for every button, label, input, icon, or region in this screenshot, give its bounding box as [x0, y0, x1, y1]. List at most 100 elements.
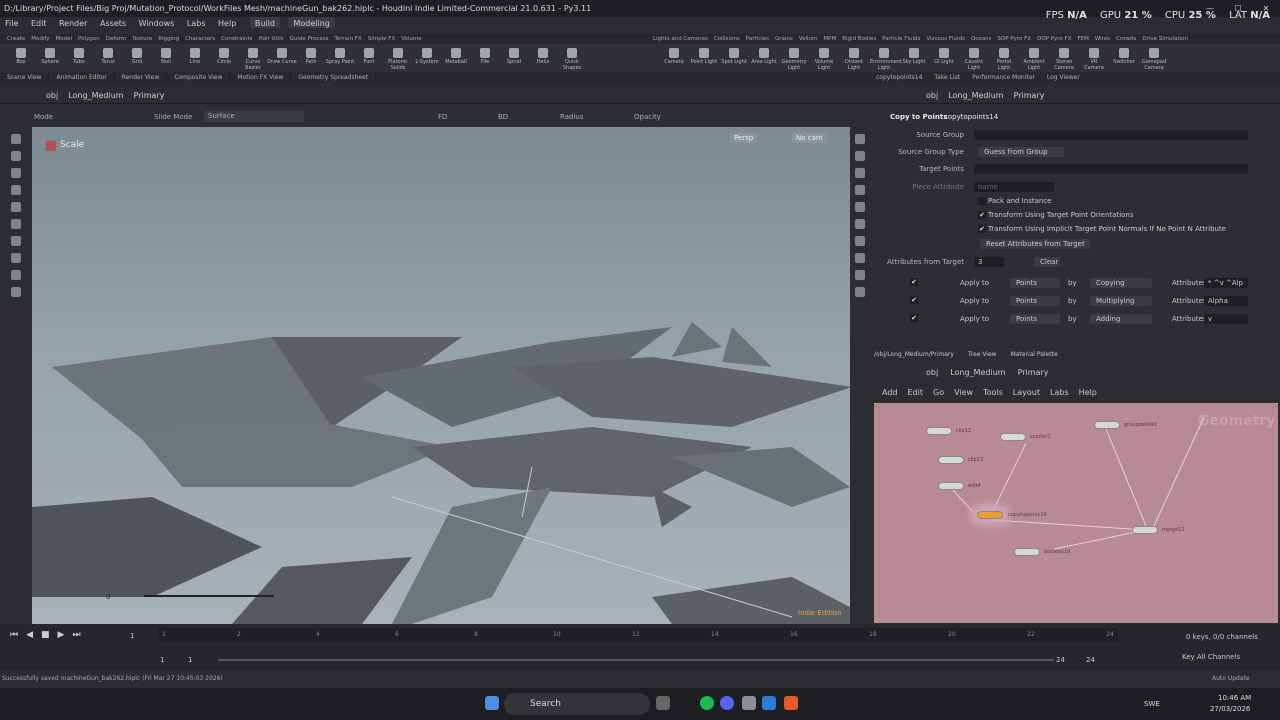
path-geo-right[interactable]: Long_Medium [948, 91, 1003, 100]
row-enable-checkbox[interactable]: ✔ [910, 278, 918, 286]
source-group-field[interactable] [974, 130, 1248, 140]
snap-icon[interactable] [11, 270, 21, 280]
language-indicator[interactable]: SWE [1144, 700, 1160, 708]
shelf-tool[interactable]: Quick Shapes [557, 44, 587, 71]
node-copytopoints14[interactable] [977, 511, 1003, 519]
shelf-tab[interactable]: Crowds [1113, 36, 1139, 42]
menu-file[interactable]: File [0, 19, 23, 28]
display-options-icon[interactable] [855, 134, 865, 144]
operation-dropdown[interactable]: Copying [1090, 278, 1152, 288]
jump-start-button[interactable]: ⏮ [10, 630, 18, 640]
lights-icon[interactable] [855, 202, 865, 212]
shelf-tool[interactable]: Portal Light [990, 44, 1018, 71]
shelf-tab[interactable]: Particle Fluids [879, 36, 923, 42]
shelf-tool[interactable]: Platonic Solids [383, 44, 413, 71]
shelf-tab[interactable]: Rigging [155, 36, 182, 42]
pane-tab[interactable]: Render View [114, 74, 168, 81]
move-tool-icon[interactable] [11, 151, 21, 161]
implicit-checkbox[interactable]: ✔ [978, 225, 986, 233]
pane-tab[interactable]: Log Viewer [1041, 74, 1086, 81]
attributes-field[interactable]: * ^v ^Alp [1204, 278, 1248, 288]
shelf-tool[interactable]: Spiral [499, 44, 529, 65]
shelf-tab[interactable]: Polygon [75, 36, 103, 42]
play-button[interactable]: ▶ [58, 630, 65, 640]
task-view-icon[interactable] [656, 696, 670, 710]
desktop-build-dropdown[interactable]: Build [249, 17, 280, 28]
shading-icon[interactable] [855, 185, 865, 195]
path-obj-right[interactable]: obj [926, 91, 938, 100]
frame-ruler[interactable]: 1 2 4 6 8 10 12 14 16 18 20 22 24 [158, 628, 1118, 642]
shelf-tab[interactable]: Oceans [968, 36, 994, 42]
pane-tab[interactable]: Animation Editor [49, 74, 115, 81]
shelf-tool[interactable]: Circle [209, 44, 239, 65]
menu-edit[interactable]: Edit [26, 19, 52, 28]
path-geo[interactable]: Long_Medium [68, 91, 123, 100]
shelf-tab[interactable]: Simple FX [365, 36, 398, 42]
home-icon[interactable] [855, 168, 865, 178]
shelf-tab[interactable]: DOP Pyro FX [1034, 36, 1074, 42]
shelf-tab[interactable]: Deform [103, 36, 129, 42]
select-tool-icon[interactable] [11, 134, 21, 144]
node-name[interactable]: copytopoints14 [944, 113, 998, 121]
network-tab[interactable]: Material Palette [1011, 351, 1058, 358]
network-editor[interactable]: Geometry clip12 scatter1 groupdelete1 cl… [874, 403, 1278, 623]
pane-tab[interactable]: Take List [928, 74, 966, 81]
scale-tool-icon[interactable] [11, 185, 21, 195]
node-boolean19[interactable] [1014, 548, 1040, 556]
end-frame-field-2[interactable]: 24 [1086, 656, 1095, 664]
shelf-tool[interactable]: Spray Paint [325, 44, 355, 65]
end-frame-field[interactable]: 24 [1056, 656, 1065, 664]
shelf-tool[interactable]: Null [151, 44, 181, 65]
stop-button[interactable]: ■ [41, 630, 50, 640]
network-menu[interactable]: Edit [908, 388, 924, 397]
pane-tab[interactable]: Motion FX View [230, 74, 292, 81]
clock-time[interactable]: 10:46 AM [1218, 694, 1251, 702]
row-enable-checkbox[interactable]: ✔ [910, 296, 918, 304]
shelf-tool[interactable]: Tube [64, 44, 94, 65]
target-points-field[interactable] [974, 164, 1248, 174]
shelf-tool[interactable]: Torus [93, 44, 123, 65]
scene-viewport[interactable]: Scale Persp No cam 0 Indie Edition [32, 127, 850, 624]
pane-tab[interactable]: Geometry Spreadsheet [291, 74, 376, 81]
houdini-icon[interactable] [784, 696, 798, 710]
shelf-tab[interactable]: MPM [820, 36, 839, 42]
handle-slider[interactable] [144, 595, 274, 597]
shelf-tool[interactable]: Draw Curve [267, 44, 297, 65]
node-edit4[interactable] [938, 482, 964, 490]
menu-assets[interactable]: Assets [95, 19, 131, 28]
pane-tab[interactable]: Composite View [167, 74, 231, 81]
pane-tab[interactable]: Performance Monitor [966, 74, 1041, 81]
discord-icon[interactable] [720, 696, 734, 710]
shelf-tool[interactable]: Curve Bezier [238, 44, 268, 71]
shelf-tab[interactable]: Constraints [218, 36, 255, 42]
shelf-tool[interactable]: Environment Light [870, 44, 902, 71]
net-path-geo[interactable]: Long_Medium [950, 368, 1005, 377]
shelf-tab[interactable]: SOP Pyro FX [994, 36, 1034, 42]
shelf-tool[interactable]: Camera [660, 44, 688, 65]
shelf-tab[interactable]: Characters [182, 36, 218, 42]
clear-button[interactable]: Clear [1034, 257, 1060, 267]
shelf-tab[interactable]: Model [53, 36, 76, 42]
attributes-count-field[interactable]: 3 [974, 257, 1004, 267]
shelf-tool[interactable]: VR Camera [1080, 44, 1108, 71]
menu-render[interactable]: Render [54, 19, 92, 28]
shelf-tab[interactable]: Viscous Fluids [923, 36, 968, 42]
start-frame-field-2[interactable]: 1 [188, 656, 192, 664]
shelf-tool[interactable]: Point Light [690, 44, 718, 65]
key-all-channels-menu[interactable]: Key All Channels [1182, 653, 1240, 661]
shelf-tab[interactable]: Modify [28, 36, 52, 42]
menu-labs[interactable]: Labs [182, 19, 211, 28]
row-enable-checkbox[interactable]: ✔ [910, 314, 918, 322]
shelf-tool[interactable]: Distant Light [840, 44, 868, 71]
persp-menu[interactable]: Persp [730, 133, 758, 143]
shelf-tab[interactable]: Grains [772, 36, 796, 42]
start-icon[interactable] [485, 696, 499, 710]
operation-dropdown[interactable]: Adding [1090, 314, 1152, 324]
apply-dropdown[interactable]: Points [1010, 296, 1060, 306]
pane-tab[interactable]: Scene View [0, 74, 50, 81]
shelf-tab[interactable]: Vellum [796, 36, 821, 42]
normals-icon[interactable] [855, 253, 865, 263]
shelf-tool[interactable]: Caustic Light [960, 44, 988, 71]
node-clip12[interactable] [926, 427, 952, 435]
shelf-tab[interactable]: Volume [398, 36, 424, 42]
